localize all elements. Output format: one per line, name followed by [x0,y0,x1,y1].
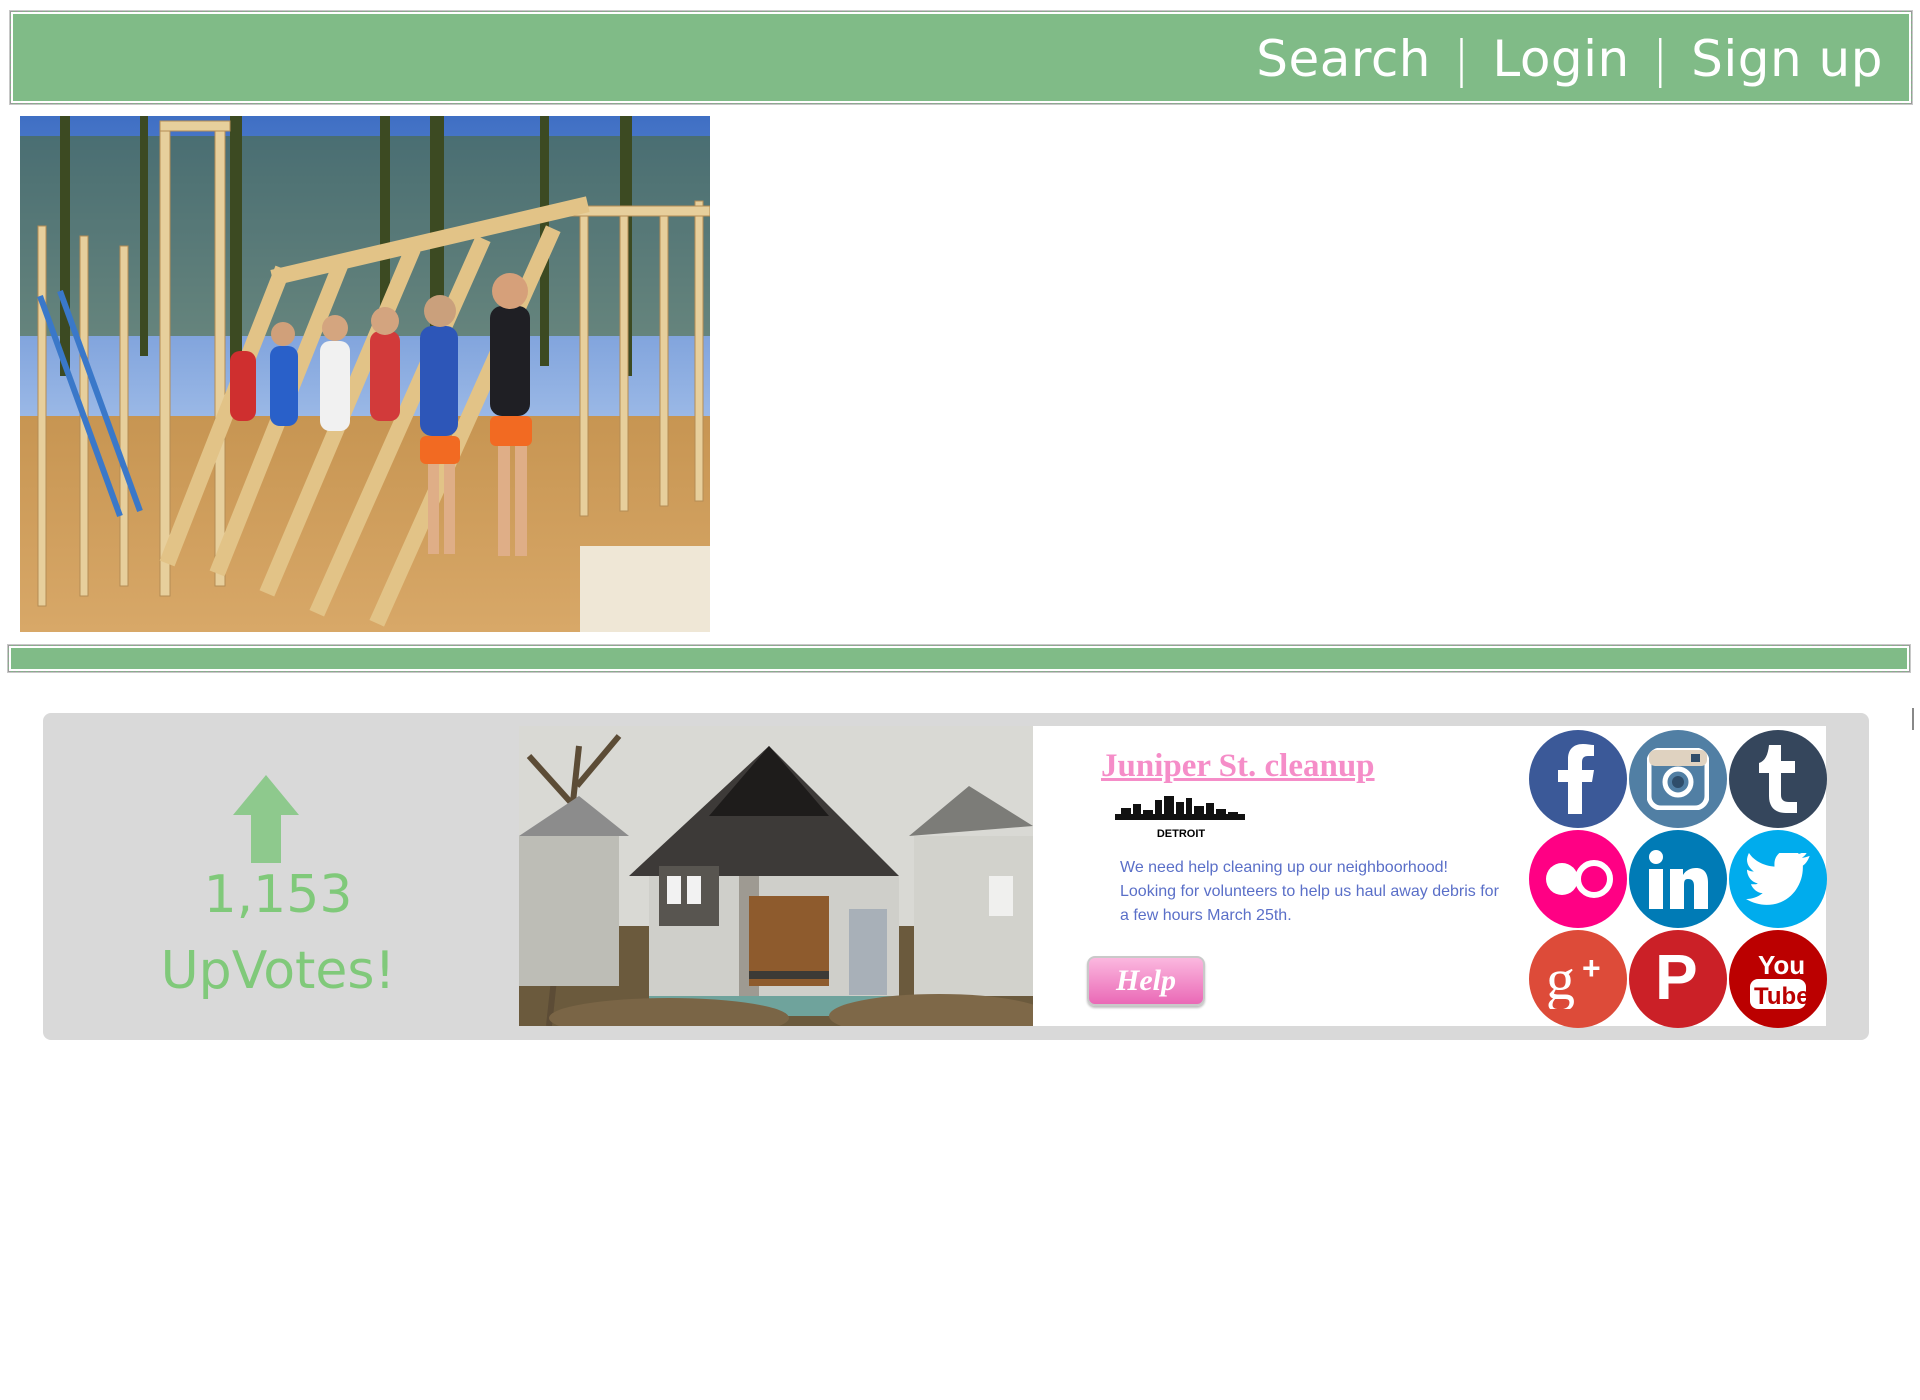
social-icons-grid: g + P You Tube [1521,726,1827,1028]
facebook-icon[interactable] [1529,730,1627,828]
svg-text:You: You [1758,950,1805,980]
upvote-count: 1,153 [203,865,353,925]
top-nav-bar: Search | Login | Sign up [10,11,1912,104]
signup-link[interactable]: Sign up [1691,30,1883,88]
hero-photo [20,116,710,632]
google-plus-icon[interactable]: g + [1529,930,1627,1028]
linkedin-icon[interactable] [1629,830,1727,928]
top-nav-links: Search | Login | Sign up [1256,30,1883,88]
twitter-icon[interactable] [1729,830,1827,928]
login-link[interactable]: Login [1492,30,1629,88]
upvote-label: UpVotes! [160,941,396,1001]
pinterest-icon[interactable]: P [1629,930,1727,1028]
city-label: DETROIT [1156,828,1206,840]
instagram-icon[interactable] [1629,730,1727,828]
detroit-skyline-icon [1115,796,1245,820]
nav-separator: | [1453,30,1471,88]
svg-text:+: + [1582,950,1601,986]
svg-text:Tube: Tube [1754,983,1810,1010]
svg-text:P: P [1655,947,1698,1011]
help-button[interactable]: Help [1087,956,1205,1006]
flickr-icon[interactable] [1529,830,1627,928]
nav-separator: | [1651,30,1670,88]
tumblr-icon[interactable] [1729,730,1827,828]
project-title[interactable]: Juniper St. cleanup [1101,748,1375,785]
project-photo [519,726,1033,1026]
project-card: 1,153 UpVotes! Juniper St. cleanup DETRO… [43,713,1869,1040]
youtube-icon[interactable]: You Tube [1729,930,1827,1028]
volunteers-raising-wall-photo [20,116,710,632]
project-details: Juniper St. cleanup DETROIT We need help… [1033,726,1521,1026]
search-link[interactable]: Search [1256,30,1431,88]
svg-text:g: g [1546,949,1575,1009]
up-arrow-icon[interactable] [233,775,299,863]
upvote-section: 1,153 UpVotes! [43,713,513,1040]
project-description: We need help cleaning up our neighboorho… [1120,859,1499,924]
edge-marker [1912,708,1914,730]
abandoned-house-photo [519,726,1033,1026]
section-divider [8,645,1910,672]
